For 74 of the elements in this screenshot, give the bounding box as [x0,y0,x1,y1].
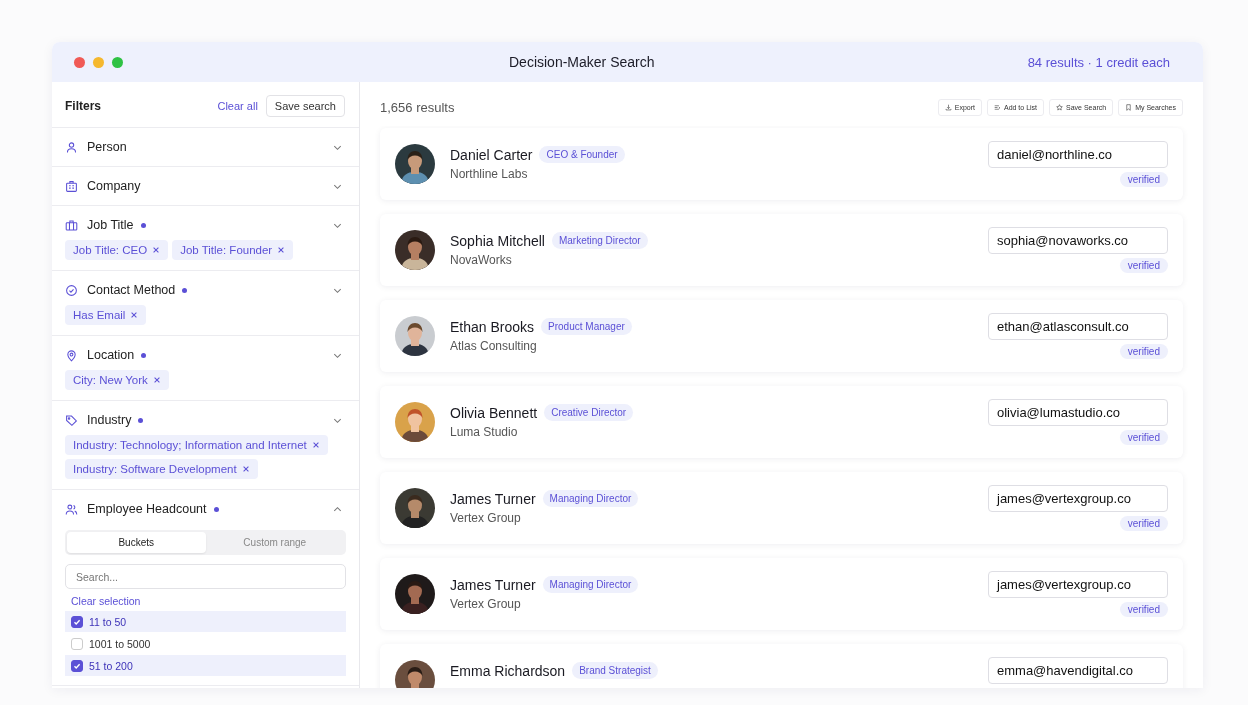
filter-section-header[interactable]: Person [52,128,359,166]
checkbox[interactable] [71,659,83,672]
download-icon [944,103,952,111]
range-mode-tab[interactable]: Buckets [67,532,206,553]
company-name: Luma Studio [450,425,519,439]
filter-chip[interactable]: Industry: Technology; Information and Internet [65,435,328,455]
remove-icon[interactable] [130,311,139,319]
person-name: James Turner [450,576,536,593]
verified-badge: verified [1119,602,1168,617]
filter-chip[interactable]: Industry: Software Development [65,459,258,479]
clear-all-link[interactable]: Clear all [217,99,258,112]
job-title-badge: CEO & Founder [539,146,625,163]
verified-badge: verified [1119,258,1168,273]
remove-icon[interactable] [241,465,250,473]
email-field[interactable]: james@vertexgroup.co [988,485,1168,512]
email-field[interactable]: emma@havendigital.co [988,657,1168,684]
check-circle-icon [65,283,78,297]
bookmark-icon [1125,103,1133,111]
email-field[interactable]: daniel@northline.co [988,141,1168,168]
save-search-button[interactable]: Save search [265,94,345,117]
remove-icon[interactable] [277,246,286,254]
search-field[interactable]: Search... [65,564,346,589]
verified-badge: verified [1119,516,1168,531]
person-icon [65,140,78,154]
job-title-badge: Product Manager [541,318,632,335]
clear-selection-link[interactable]: Clear selection [71,595,346,607]
tag-icon [65,413,78,427]
person-name: Ethan Brooks [450,318,535,335]
window-title: Decision-Maker Search [509,54,655,70]
person-name: Daniel Carter [450,146,533,163]
job-title-badge: Managing Director [542,576,639,593]
email-field[interactable]: sophia@novaworks.co [988,227,1168,254]
results-summary: 84 results · 1 credit each [1027,54,1170,70]
star-icon [1056,103,1064,111]
job-title-badge: Marketing Director [551,232,648,249]
job-title-badge: Brand Strategist [572,662,658,679]
close-button[interactable] [74,56,85,68]
building-icon [65,179,78,193]
remove-icon[interactable] [152,246,161,254]
filter-chip[interactable]: Job Title: Founder [172,240,294,260]
person-name: Sophia Mitchell [450,232,545,249]
filters-heading: Filters [65,98,101,113]
checkbox[interactable] [71,615,83,628]
headcount-option[interactable]: 1001 to 5000 [65,633,346,654]
person-name: James Turner [450,490,536,507]
filter-section-header[interactable]: Employee Headcount [52,490,359,528]
headcount-option[interactable]: 11 to 50 [65,611,346,632]
verified-badge: verified [1119,430,1168,445]
filter-chip[interactable]: Job Title: CEO [65,240,169,260]
person-name: Olivia Bennett [450,404,538,421]
remove-icon[interactable] [311,441,320,449]
company-name: Atlas Consulting [450,339,538,353]
job-title-badge: Creative Director [544,404,634,421]
verified-badge: verified [1119,344,1168,359]
results-count: 1,656 results [380,99,455,115]
headcount-option[interactable]: 51 to 200 [65,655,346,676]
filter-chip[interactable]: Has Email [65,305,147,325]
job-title-badge: Managing Director [542,490,639,507]
list-icon [993,103,1001,111]
company-name: Northline Labs [450,167,529,181]
filter-section-header[interactable]: Company [52,167,359,205]
company-name: Vertex Group [450,511,522,525]
briefcase-icon [65,218,78,232]
email-field[interactable]: olivia@lumastudio.co [988,399,1168,426]
location-pin-icon [65,348,78,362]
people-icon [65,502,78,516]
company-name: NovaWorks [450,253,513,267]
email-field[interactable]: james@vertexgroup.co [988,571,1168,598]
filter-chip[interactable]: City: New York [65,370,169,390]
remove-icon[interactable] [152,376,161,384]
company-name: Vertex Group [450,597,522,611]
verified-badge: verified [1119,172,1168,187]
email-field[interactable]: ethan@atlasconsult.co [988,313,1168,340]
person-name: Emma Richardson [450,662,566,679]
